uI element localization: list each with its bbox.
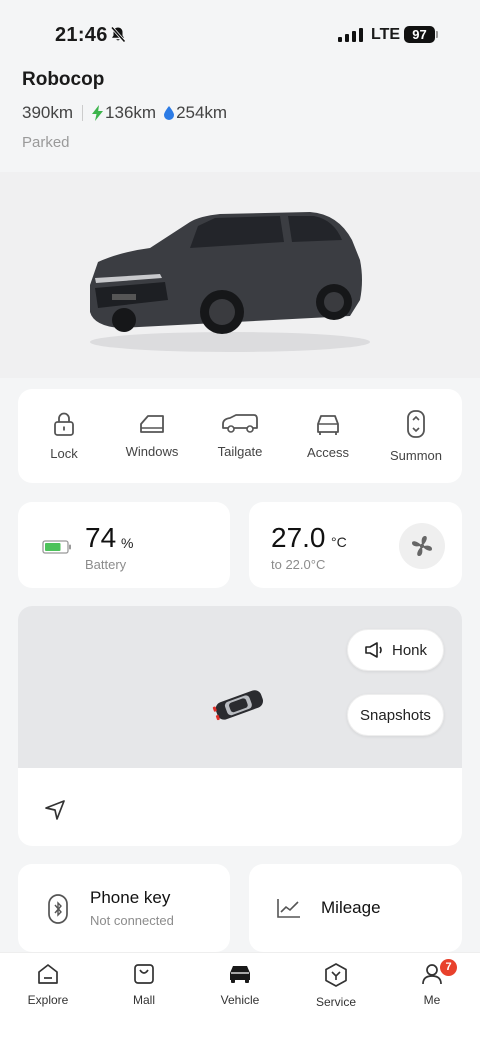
- service-icon: [325, 963, 347, 987]
- tailgate-label: Tailgate: [217, 444, 263, 459]
- notification-badge: 7: [440, 959, 457, 976]
- phone-key-title: Phone key: [90, 888, 171, 907]
- bottom-tab-bar: Explore Mall Vehicle Service 7 Me: [0, 952, 480, 1043]
- vehicle-name[interactable]: Robocop: [22, 69, 104, 91]
- tab-explore[interactable]: Explore: [0, 953, 96, 1043]
- navigation-arrow-icon[interactable]: [44, 799, 66, 821]
- status-time: 21:46: [55, 24, 108, 46]
- lock-label: Lock: [50, 446, 78, 461]
- phone-key-status: Not connected: [90, 913, 174, 928]
- tab-vehicle[interactable]: Vehicle: [192, 953, 288, 1043]
- map-card: Honk Snapshots: [18, 606, 462, 846]
- tab-mall-label: Mall: [132, 993, 155, 1007]
- battery-card[interactable]: 74 % Battery: [18, 502, 230, 588]
- battery-percent-unit: %: [121, 535, 134, 551]
- vehicle-image: [0, 172, 480, 378]
- electric-range: 136km: [92, 103, 156, 123]
- tab-me-label: Me: [423, 993, 441, 1007]
- horn-icon: [365, 642, 382, 658]
- suv-illustration: [90, 212, 370, 352]
- total-range: 390km: [22, 103, 74, 122]
- snapshots-button[interactable]: Snapshots: [347, 694, 444, 736]
- cabin-temperature-unit: °C: [331, 534, 347, 550]
- battery-level: 97: [404, 26, 435, 43]
- honk-label: Honk: [391, 641, 428, 659]
- signal-icon: [338, 28, 363, 42]
- fan-icon: [412, 536, 432, 556]
- battery-tip-icon: [436, 31, 438, 38]
- tab-vehicle-label: Vehicle: [220, 993, 260, 1007]
- vehicle-state: Parked: [22, 134, 70, 151]
- tailgate-icon: [222, 414, 258, 433]
- windows-button[interactable]: Windows: [108, 396, 196, 476]
- bluetooth-key-icon: [48, 894, 68, 924]
- mileage-card[interactable]: Mileage: [249, 864, 462, 952]
- target-temperature: to 22.0°C: [271, 557, 326, 572]
- snapshots-label: Snapshots: [360, 706, 431, 724]
- line-chart-icon: [277, 899, 300, 918]
- fan-button[interactable]: [399, 523, 445, 569]
- car-icon: [230, 966, 250, 983]
- tab-explore-label: Explore: [27, 993, 69, 1007]
- summon-icon: [407, 410, 425, 438]
- climate-card[interactable]: 27.0 °C to 22.0°C: [249, 502, 462, 588]
- quick-controls: Lock Windows Tailgate Access Summon: [18, 389, 462, 483]
- cabin-temperature-value: 27.0: [271, 522, 326, 553]
- summon-label: Summon: [389, 448, 443, 463]
- fuel-range-value: 254km: [176, 103, 228, 122]
- battery-percent-value: 74: [85, 522, 117, 553]
- network-type: LTE: [371, 26, 401, 43]
- battery-label: Battery: [85, 557, 127, 572]
- lightning-icon: [92, 105, 104, 121]
- bell-muted-icon: [110, 26, 126, 48]
- tab-mall[interactable]: Mall: [96, 953, 192, 1043]
- range-summary: 390km 136km 254km: [22, 103, 227, 123]
- phone-key-card[interactable]: Phone key Not connected: [18, 864, 230, 952]
- shopping-bag-icon: [134, 964, 154, 984]
- tab-service[interactable]: Service: [288, 953, 384, 1043]
- car-access-icon: [317, 415, 339, 435]
- car-location-marker[interactable]: [211, 686, 267, 722]
- status-bar: 21:46 LTE 97: [0, 0, 480, 70]
- electric-range-value: 136km: [105, 103, 157, 122]
- lock-icon: [54, 412, 74, 436]
- fuel-drop-icon: [164, 106, 175, 120]
- access-label: Access: [307, 445, 349, 460]
- tailgate-button[interactable]: Tailgate: [196, 396, 284, 476]
- honk-button[interactable]: Honk: [347, 629, 444, 671]
- mileage-title: Mileage: [321, 898, 381, 917]
- map-view[interactable]: Honk Snapshots: [18, 606, 462, 768]
- fuel-range: 254km: [164, 103, 227, 123]
- tab-service-label: Service: [315, 995, 356, 1009]
- windows-label: Windows: [125, 444, 179, 459]
- range-divider: [82, 105, 84, 121]
- summon-button[interactable]: Summon: [372, 396, 460, 476]
- lock-button[interactable]: Lock: [20, 396, 108, 476]
- battery-icon: [42, 540, 71, 554]
- explore-icon: [38, 964, 58, 984]
- tab-me[interactable]: 7 Me: [384, 953, 480, 1043]
- access-button[interactable]: Access: [284, 396, 372, 476]
- window-icon: [140, 415, 164, 433]
